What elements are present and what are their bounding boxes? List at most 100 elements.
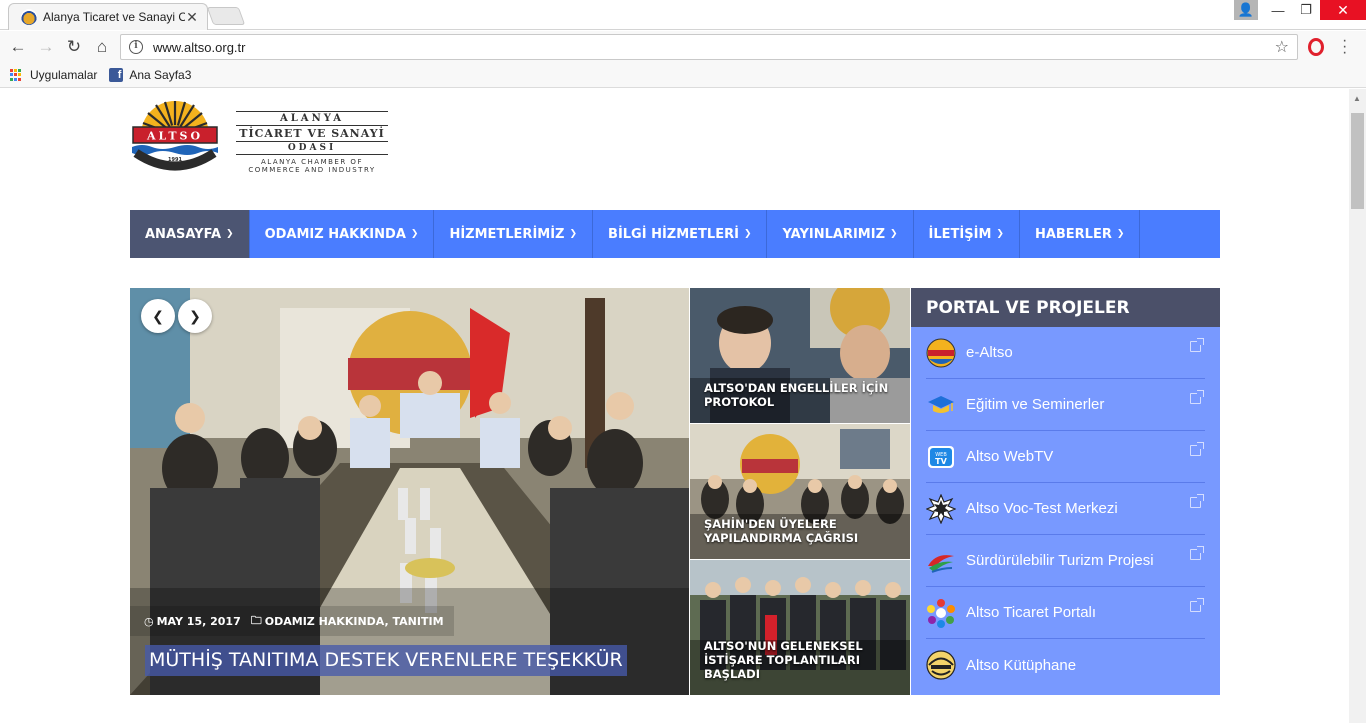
slider-next-button[interactable]: ❯ (178, 299, 212, 333)
graduation-cap-icon (928, 395, 954, 413)
portal-item-label: Eğitim ve Seminerler (966, 396, 1105, 413)
nav-label: ANASAYFA (145, 226, 222, 242)
slider-title[interactable]: MÜTHİŞ TANITIMA DESTEK VERENLERE TEŞEKKÜ… (145, 645, 627, 676)
minimize-button[interactable]: — (1264, 0, 1292, 20)
forward-arrow-icon[interactable]: → (35, 37, 57, 57)
news-card[interactable]: ALTSO'DAN ENGELLİLER İÇİN PROTOKOL (690, 288, 910, 423)
home-icon[interactable]: ⌂ (91, 37, 113, 57)
portal-item-surdurulebilir-turizm[interactable]: Sürdürülebilir Turizm Projesi (926, 535, 1205, 587)
news-card[interactable]: ŞAHİN'DEN ÜYELERE YAPILANDIRMA ÇAĞRISI (690, 424, 910, 559)
portal-item-webtv[interactable]: WEB TV Altso WebTV (926, 431, 1205, 483)
slider-date: MAY 15, 2017 (156, 614, 241, 628)
voc-test-icon (926, 493, 956, 524)
bookmark-ana-sayfa3[interactable]: f Ana Sayfa3 (109, 68, 191, 82)
nav-item-bilgi-hizmetleri[interactable]: BİLGİ HİZMETLERİ ❯ (593, 210, 768, 258)
external-link-icon (1190, 546, 1204, 560)
news-card[interactable]: ALTSO'NUN GELENEKSEL İSTİŞARE TOPLANTILA… (690, 560, 910, 695)
nav-item-odamiz-hakkinda[interactable]: ODAMIZ HAKKINDA ❯ (250, 210, 435, 258)
external-link-icon (1190, 338, 1204, 352)
portal-panel: PORTAL VE PROJELER e-Altso Eğitim ve Sem… (911, 288, 1220, 695)
logo-subline: ALANYA CHAMBER OF (261, 158, 363, 166)
new-tab-button[interactable] (206, 7, 246, 25)
bookmark-label: Uygulamalar (30, 68, 98, 82)
bookmark-star-icon[interactable]: ☆ (1275, 37, 1289, 57)
browser-toolbar: ← → ↻ ⌂ i www.altso.org.tr ☆ · · · (0, 31, 1366, 63)
chevron-down-icon: ❯ (743, 229, 752, 239)
back-arrow-icon[interactable]: ← (7, 37, 29, 57)
portal-item-label: Altso Ticaret Portalı (966, 604, 1097, 621)
page-scrollbar[interactable]: ▲ (1349, 89, 1366, 723)
address-bar[interactable]: i www.altso.org.tr ☆ (120, 34, 1298, 60)
nav-label: HABERLER (1034, 226, 1112, 242)
news-title[interactable]: ALTSO'DAN ENGELLİLER İÇİN PROTOKOL (704, 381, 902, 409)
chevron-down-icon: ❯ (890, 229, 898, 239)
external-link-icon (1190, 494, 1204, 508)
logo-subline: COMMERCE AND INDUSTRY (248, 166, 376, 174)
logo-wordmark: ALANYA TİCARET VE SANAYİ ODASI ALANYA CH… (236, 111, 388, 174)
external-link-icon (1190, 598, 1204, 612)
svg-text:TV: TV (935, 457, 947, 466)
trade-portal-icon (927, 598, 955, 628)
portal-item-voc-test[interactable]: Altso Voc-Test Merkezi (926, 483, 1205, 535)
svg-text:1991: 1991 (168, 157, 182, 163)
bookmarks-bar: Uygulamalar f Ana Sayfa3 (0, 63, 1366, 88)
chevron-down-icon: ❯ (410, 229, 419, 239)
portal-item-e-altso[interactable]: e-Altso (926, 327, 1205, 379)
chevron-down-icon: ❯ (996, 229, 1004, 239)
sustainable-tourism-icon (928, 554, 954, 573)
site-info-icon[interactable]: i (129, 40, 143, 54)
portal-item-kutuphane[interactable]: Altso Kütüphane (926, 639, 1205, 691)
nav-item-anasayfa[interactable]: ANASAYFA ❯ (130, 210, 250, 258)
address-url[interactable]: www.altso.org.tr (153, 40, 1275, 55)
nav-label: İLETİŞİM (928, 226, 992, 242)
chevron-down-icon: ❯ (1116, 229, 1125, 239)
browser-menu-icon[interactable]: · · · (1342, 33, 1347, 61)
nav-label: YAYINLARIMIZ (782, 226, 885, 242)
apps-grid-icon (10, 68, 23, 82)
library-icon (926, 650, 956, 680)
nav-item-hizmetlerimiz[interactable]: HİZMETLERİMİZ ❯ (434, 210, 594, 258)
portal-item-label: Sürdürülebilir Turizm Projesi (966, 552, 1154, 569)
nav-item-iletisim[interactable]: İLETİŞİM ❯ (914, 210, 1020, 258)
nav-item-haberler[interactable]: HABERLER ❯ (1020, 210, 1141, 258)
tab-close-icon[interactable]: ✕ (185, 9, 199, 26)
bookmark-label: Ana Sayfa3 (129, 68, 192, 82)
main-navigation: ANASAYFA ❯ ODAMIZ HAKKINDA ❯ HİZMETLERİMİZ… (130, 210, 1220, 258)
scrollbar-thumb[interactable] (1351, 113, 1364, 209)
tab-title: Alanya Ticaret ve Sanayi O (43, 10, 185, 24)
slider-meta: ◷ MAY 15, 2017 🗀 ODAMIZ HAKKINDA, TANITI… (130, 606, 454, 636)
maximize-button[interactable]: ❐ (1292, 0, 1320, 20)
chevron-down-icon: ❯ (569, 229, 578, 239)
browser-tabstrip: Alanya Ticaret ve Sanayi O ✕ 👤 — ❐ ✕ (0, 0, 1366, 30)
facebook-icon: f (109, 68, 124, 82)
bookmark-apps[interactable]: Uygulamalar (10, 68, 97, 82)
portal-item-egitim-seminerler[interactable]: Eğitim ve Seminerler (926, 379, 1205, 431)
news-title[interactable]: ŞAHİN'DEN ÜYELERE YAPILANDIRMA ÇAĞRISI (704, 517, 902, 545)
logo-line: ALANYA (236, 111, 388, 126)
nav-label: ODAMIZ HAKKINDA (264, 226, 406, 242)
portal-item-label: Altso Kütüphane (966, 656, 1077, 674)
portal-item-ticaret-portali[interactable]: Altso Ticaret Portalı (926, 587, 1205, 639)
altso-emblem-logo: ALTSO 1991 (132, 101, 218, 171)
news-title[interactable]: ALTSO'NUN GELENEKSEL İSTİŞARE TOPLANTILA… (704, 639, 902, 681)
reload-icon[interactable]: ↻ (63, 37, 85, 57)
browser-tab[interactable]: Alanya Ticaret ve Sanayi O ✕ (8, 3, 208, 30)
clock-icon: ◷ (144, 614, 154, 628)
logo-line: ODASI (236, 141, 388, 155)
portal-item-label: Altso WebTV (966, 448, 1054, 465)
logo-line: TİCARET VE SANAYİ (239, 127, 385, 140)
external-link-icon (1190, 390, 1204, 404)
slider-category[interactable]: ODAMIZ HAKKINDA, TANITIM (265, 615, 444, 628)
portal-list: e-Altso Eğitim ve Seminerler WEB TV Alts… (911, 327, 1220, 691)
scroll-up-icon[interactable]: ▲ (1353, 94, 1361, 103)
portal-item-label: e-Altso (966, 344, 1013, 361)
nav-item-yayinlarimiz[interactable]: YAYINLARIMIZ ❯ (767, 210, 914, 258)
slider-prev-button[interactable]: ❮ (141, 299, 175, 333)
window-close-button[interactable]: ✕ (1320, 0, 1366, 20)
profile-icon[interactable]: 👤 (1234, 0, 1258, 20)
chevron-down-icon: ❯ (226, 229, 234, 239)
site-logo[interactable]: ALTSO 1991 ALANYA TİCARET VE SANAYİ ODAS… (130, 99, 390, 181)
site-favicon-icon (21, 9, 37, 25)
opera-extension-icon[interactable] (1308, 38, 1324, 56)
folder-icon: 🗀 (250, 613, 262, 627)
